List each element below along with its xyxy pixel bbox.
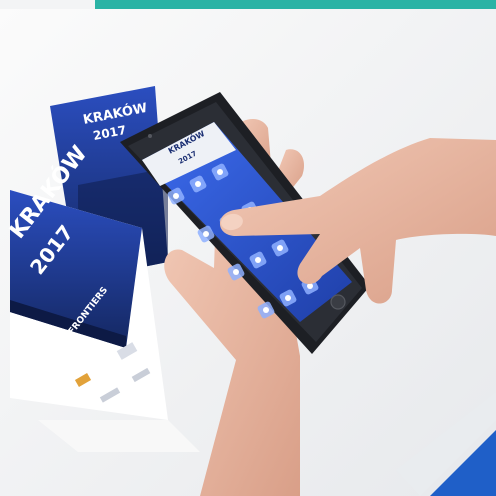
- calendar-icon-glyph: [173, 193, 179, 199]
- front-camera: [148, 134, 152, 138]
- info-icon-glyph: [255, 257, 261, 263]
- document-icon-glyph: [277, 245, 283, 251]
- person-icon-glyph: [195, 181, 201, 187]
- phone-icon-glyph: [285, 295, 291, 301]
- scene-illustration: KRAKÓW 2017 KRAKÓW 2017 NEW FRONTIERS KR…: [0, 9, 496, 496]
- home-button[interactable]: [330, 294, 346, 310]
- chat-icon-glyph: [233, 269, 239, 275]
- list-icon-glyph: [217, 169, 223, 175]
- photo-scene: KRAKÓW 2017 KRAKÓW 2017 NEW FRONTIERS KR…: [0, 0, 496, 496]
- camera-icon-glyph: [263, 307, 269, 313]
- map-icon-glyph: [203, 231, 209, 237]
- accent-bar: [95, 0, 496, 9]
